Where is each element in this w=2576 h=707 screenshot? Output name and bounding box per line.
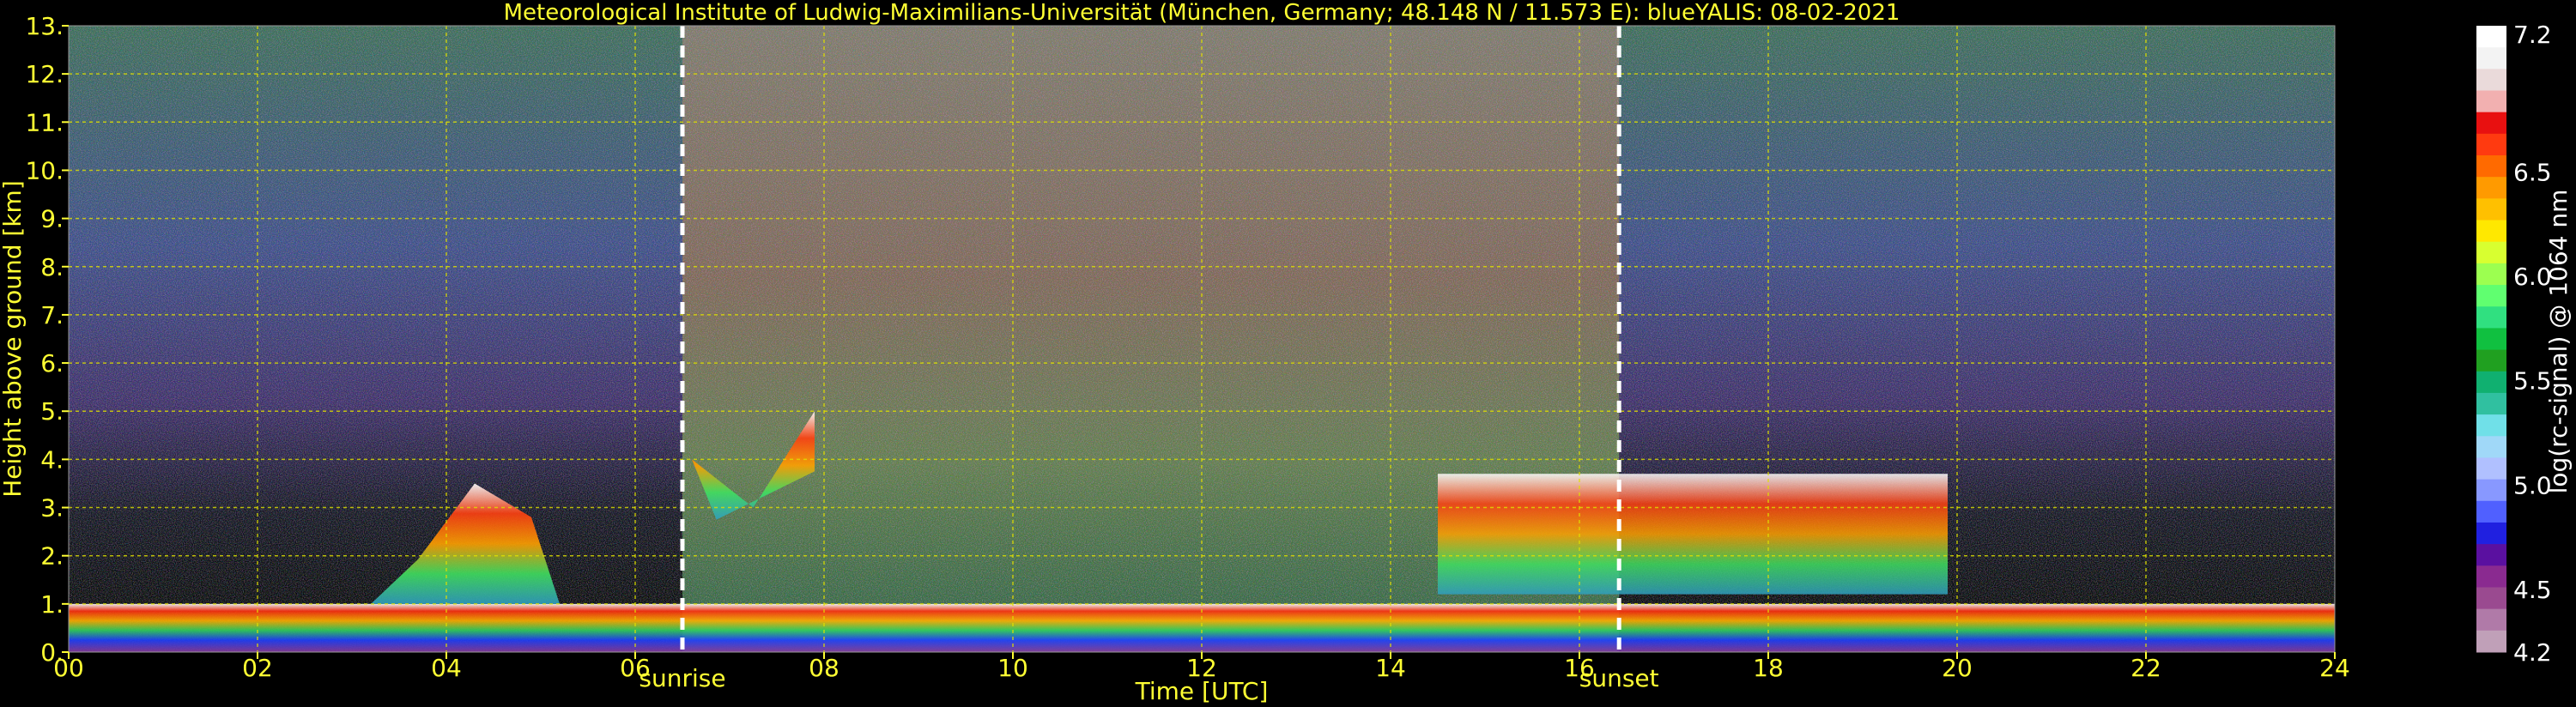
colorbar-segment xyxy=(2476,522,2506,545)
colorbar-segment xyxy=(2476,587,2506,610)
y-axis-label: Height above ground [km] xyxy=(0,180,27,498)
colorbar-segment xyxy=(2476,457,2506,480)
colorbar-tick-label: 6.5 xyxy=(2513,158,2552,186)
x-tick-label: 02 xyxy=(242,654,273,682)
y-tick-labels: 0. 1. 2. 3. 4. 5. 6. 7. 8. 9. 10. 11. 12. 13. xyxy=(25,12,69,667)
colorbar-segment xyxy=(2476,47,2506,69)
colorbar-segment xyxy=(2476,479,2506,502)
colorbar-tick-label: 4.5 xyxy=(2513,576,2552,604)
colorbar-tick-label: 4.2 xyxy=(2513,638,2552,667)
y-tick-label: 3. xyxy=(40,494,64,523)
y-tick-label: 5. xyxy=(40,397,64,426)
colorbar-segment xyxy=(2476,155,2506,178)
colorbar-segment xyxy=(2476,198,2506,221)
colorbar-segment xyxy=(2476,241,2506,264)
colorbar-segment xyxy=(2476,371,2506,394)
chart-title: Meteorological Institute of Ludwig-Maxim… xyxy=(504,0,1900,26)
colorbar-segment xyxy=(2476,414,2506,437)
plot-area xyxy=(69,26,2335,652)
colorbar-segment xyxy=(2476,26,2506,48)
x-tick-label: 22 xyxy=(2131,654,2161,682)
colorbar-segment xyxy=(2476,392,2506,415)
x-tick-label: 20 xyxy=(1942,654,1973,682)
colorbar-segment xyxy=(2476,608,2506,631)
x-axis-label: Time [UTC] xyxy=(1135,677,1269,705)
colorbar-segment xyxy=(2476,500,2506,523)
y-tick-label: 4. xyxy=(40,445,64,474)
colorbar-label: log(rc-signal) @ 1064 nm xyxy=(2544,190,2573,494)
y-tick-label: 2. xyxy=(40,542,64,571)
y-tick-label: 1. xyxy=(40,590,64,619)
y-tick-label: 6. xyxy=(40,349,64,378)
colorbar-segment xyxy=(2476,328,2506,351)
x-tick-label: 10 xyxy=(997,654,1028,682)
lidar-chart: sunrise sunset 00 02 04 06 08 10 12 14 16 18 20 22 24… xyxy=(0,0,2573,705)
colorbar-segment xyxy=(2476,306,2506,329)
colorbar-tick-label: 7.2 xyxy=(2513,21,2552,49)
y-tick-label: 9. xyxy=(40,205,64,233)
colorbar xyxy=(2476,26,2506,653)
feature-cloud-layer xyxy=(1438,474,1948,595)
y-tick-label: 0. xyxy=(40,638,64,667)
colorbar-segment xyxy=(2476,69,2506,92)
colorbar-segment xyxy=(2476,90,2506,113)
colorbar-segment xyxy=(2476,565,2506,588)
colorbar-segment xyxy=(2476,177,2506,199)
colorbar-segment xyxy=(2476,263,2506,286)
x-tick-label: 24 xyxy=(2319,654,2350,682)
y-tick-label: 12. xyxy=(25,60,64,88)
marker-label-sunrise: sunrise xyxy=(639,664,725,692)
colorbar-segment xyxy=(2476,544,2506,566)
x-tick-label: 04 xyxy=(431,654,462,682)
colorbar-segment xyxy=(2476,112,2506,135)
colorbar-segment xyxy=(2476,349,2506,372)
y-tick-label: 11. xyxy=(25,108,64,136)
x-tick-label: 18 xyxy=(1753,654,1784,682)
noise-texture xyxy=(69,26,2335,652)
x-tick-label: 08 xyxy=(809,654,839,682)
y-tick-label: 13. xyxy=(25,12,64,40)
colorbar-segment xyxy=(2476,220,2506,243)
x-tick-label: 14 xyxy=(1375,654,1406,682)
colorbar-segment xyxy=(2476,285,2506,307)
x-tick-label: 06 xyxy=(620,654,651,682)
y-tick-label: 8. xyxy=(40,253,64,281)
x-tick-label: 16 xyxy=(1564,654,1595,682)
y-tick-label: 10. xyxy=(25,156,64,184)
colorbar-segment xyxy=(2476,436,2506,458)
colorbar-segment xyxy=(2476,630,2506,653)
colorbar-segment xyxy=(2476,133,2506,156)
y-tick-label: 7. xyxy=(40,301,64,329)
